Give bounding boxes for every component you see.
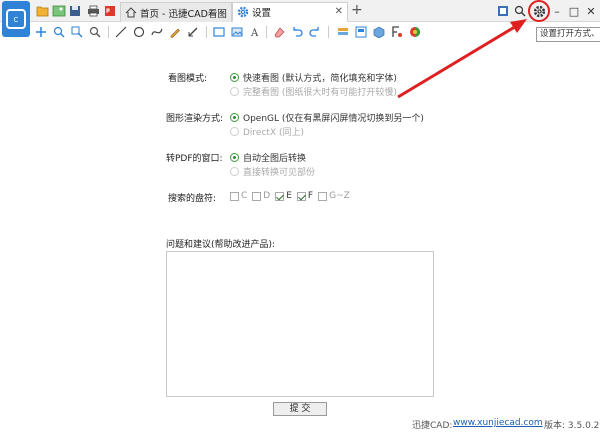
svg-text:C: C [14, 16, 19, 24]
drive-e-checkbox[interactable]: E [275, 191, 292, 201]
pencil-icon[interactable] [168, 25, 182, 39]
line-icon[interactable] [114, 25, 128, 39]
drive-gz-text: G~Z [329, 191, 350, 201]
image-insert-icon[interactable] [230, 25, 244, 39]
footer-version: 版本: 3.5.0.2 [544, 421, 600, 431]
footer-website-link[interactable]: www.xunjiecad.com [453, 418, 543, 428]
checkbox-box [230, 191, 239, 201]
title-bar: 首页 - 迅捷CAD看图 设置 ✕ + – □ ✕ [0, 0, 600, 22]
radio-indicator [230, 127, 239, 136]
tab-close-icon[interactable]: ✕ [335, 7, 343, 17]
feedback-textarea[interactable] [166, 251, 434, 397]
pdf-visible-part-text: 直接转换可见部份 [243, 168, 316, 178]
toolbar: A [0, 22, 600, 42]
add-tab-button[interactable]: + [351, 2, 363, 18]
render-mode-label: 图形渲染方式: [166, 114, 224, 124]
submit-button[interactable]: 提 交 [273, 402, 327, 416]
view-mode-fast-text: 快速看图 (默认方式，简化填充和字体) [243, 74, 397, 84]
pdf-icon[interactable] [103, 4, 117, 18]
home-icon [125, 7, 137, 19]
layers-icon[interactable] [336, 25, 350, 39]
pan-icon[interactable] [34, 25, 48, 39]
toolbar-divider [206, 26, 207, 38]
drive-e-text: E [286, 191, 292, 201]
pdf-visible-part-radio[interactable]: 直接转换可见部份 [230, 165, 315, 178]
minimize-button[interactable]: – [548, 2, 566, 20]
curve-icon[interactable] [150, 25, 164, 39]
tab-settings-label: 设置 [252, 8, 272, 19]
undo-icon[interactable] [290, 25, 304, 39]
drive-c-checkbox[interactable]: C [230, 191, 247, 201]
app-logo: C [2, 1, 30, 37]
color-icon[interactable] [408, 25, 422, 39]
render-directx-text: DirectX (同上) [243, 128, 304, 138]
erase-icon[interactable] [272, 25, 286, 39]
drives-label: 搜索的盘符: [168, 194, 217, 204]
gear-icon [237, 6, 249, 18]
zoom-extents-icon[interactable] [88, 25, 102, 39]
view-mode-label: 看图模式: [168, 74, 208, 84]
render-opengl-radio[interactable]: OpenGL (仅在有黑屏闪屏情况切换到另一个) [230, 111, 424, 124]
drive-c-text: C [241, 191, 248, 201]
tab-settings[interactable]: 设置 ✕ [232, 2, 348, 22]
footer-brand: 迅捷CAD: [412, 421, 453, 431]
open-folder-icon[interactable] [36, 4, 50, 18]
drive-d-checkbox[interactable]: D [252, 191, 270, 201]
image-icon[interactable] [52, 4, 66, 18]
circle-icon[interactable] [132, 25, 146, 39]
radio-indicator [230, 73, 239, 82]
measure-icon[interactable] [186, 25, 200, 39]
print-icon[interactable] [86, 4, 100, 18]
drive-gz-checkbox[interactable]: G~Z [318, 191, 350, 201]
checkbox-box [318, 191, 328, 201]
tab-home-label: 首页 - 迅捷CAD看图 [140, 8, 227, 20]
drives-checkbox-group: C D E F G~Z [230, 191, 355, 201]
zoom-window-icon[interactable] [70, 25, 84, 39]
rectangle-icon[interactable] [212, 25, 226, 39]
feedback-label: 问题和建议(帮助改进产品): [166, 240, 276, 250]
radio-indicator [230, 87, 239, 96]
checkbox-box [275, 191, 285, 201]
text-icon[interactable]: A [248, 25, 262, 39]
zoom-search-icon[interactable] [511, 2, 529, 20]
toolbar-divider [266, 26, 267, 38]
svg-text:A: A [250, 28, 259, 38]
close-button[interactable]: ✕ [582, 2, 600, 20]
fonts-icon[interactable] [390, 25, 404, 39]
view-mode-full-radio[interactable]: 完整看图 (图纸很大时有可能打开较慢) [230, 85, 397, 98]
view-mode-fast-radio[interactable]: 快速看图 (默认方式，简化填充和字体) [230, 71, 397, 84]
render-opengl-text: OpenGL (仅在有黑屏闪屏情况切换到另一个) [243, 114, 424, 124]
drive-f-checkbox[interactable]: F [296, 191, 314, 201]
drive-f-text: F [307, 191, 314, 201]
radio-indicator [230, 113, 239, 122]
highlight-circle [528, 0, 550, 22]
radio-indicator [230, 153, 239, 162]
fullscreen-icon[interactable] [494, 2, 512, 20]
save-icon[interactable] [68, 4, 82, 18]
radio-indicator [230, 167, 239, 176]
view-mode-full-text: 完整看图 (图纸很大时有可能打开较慢) [243, 88, 397, 98]
pdf-window-label: 转PDF的窗口: [166, 154, 223, 164]
zoom-in-icon[interactable] [52, 25, 66, 39]
3d-view-icon[interactable] [372, 25, 386, 39]
pdf-auto-fit-radio[interactable]: 自动全图后转换 [230, 151, 306, 164]
checkbox-box [252, 191, 262, 201]
tab-home[interactable]: 首页 - 迅捷CAD看图 [120, 2, 232, 22]
redo-icon[interactable] [308, 25, 322, 39]
drive-d-text: D [263, 191, 271, 201]
checkbox-box [296, 191, 306, 201]
pdf-auto-fit-text: 自动全图后转换 [243, 154, 307, 164]
layout-icon[interactable] [354, 25, 368, 39]
toolbar-divider [328, 26, 329, 38]
maximize-button[interactable]: □ [565, 2, 583, 20]
settings-tooltip: 设置打开方式、界 [536, 27, 600, 42]
toolbar-divider [108, 26, 109, 38]
render-directx-radio[interactable]: DirectX (同上) [230, 125, 304, 138]
